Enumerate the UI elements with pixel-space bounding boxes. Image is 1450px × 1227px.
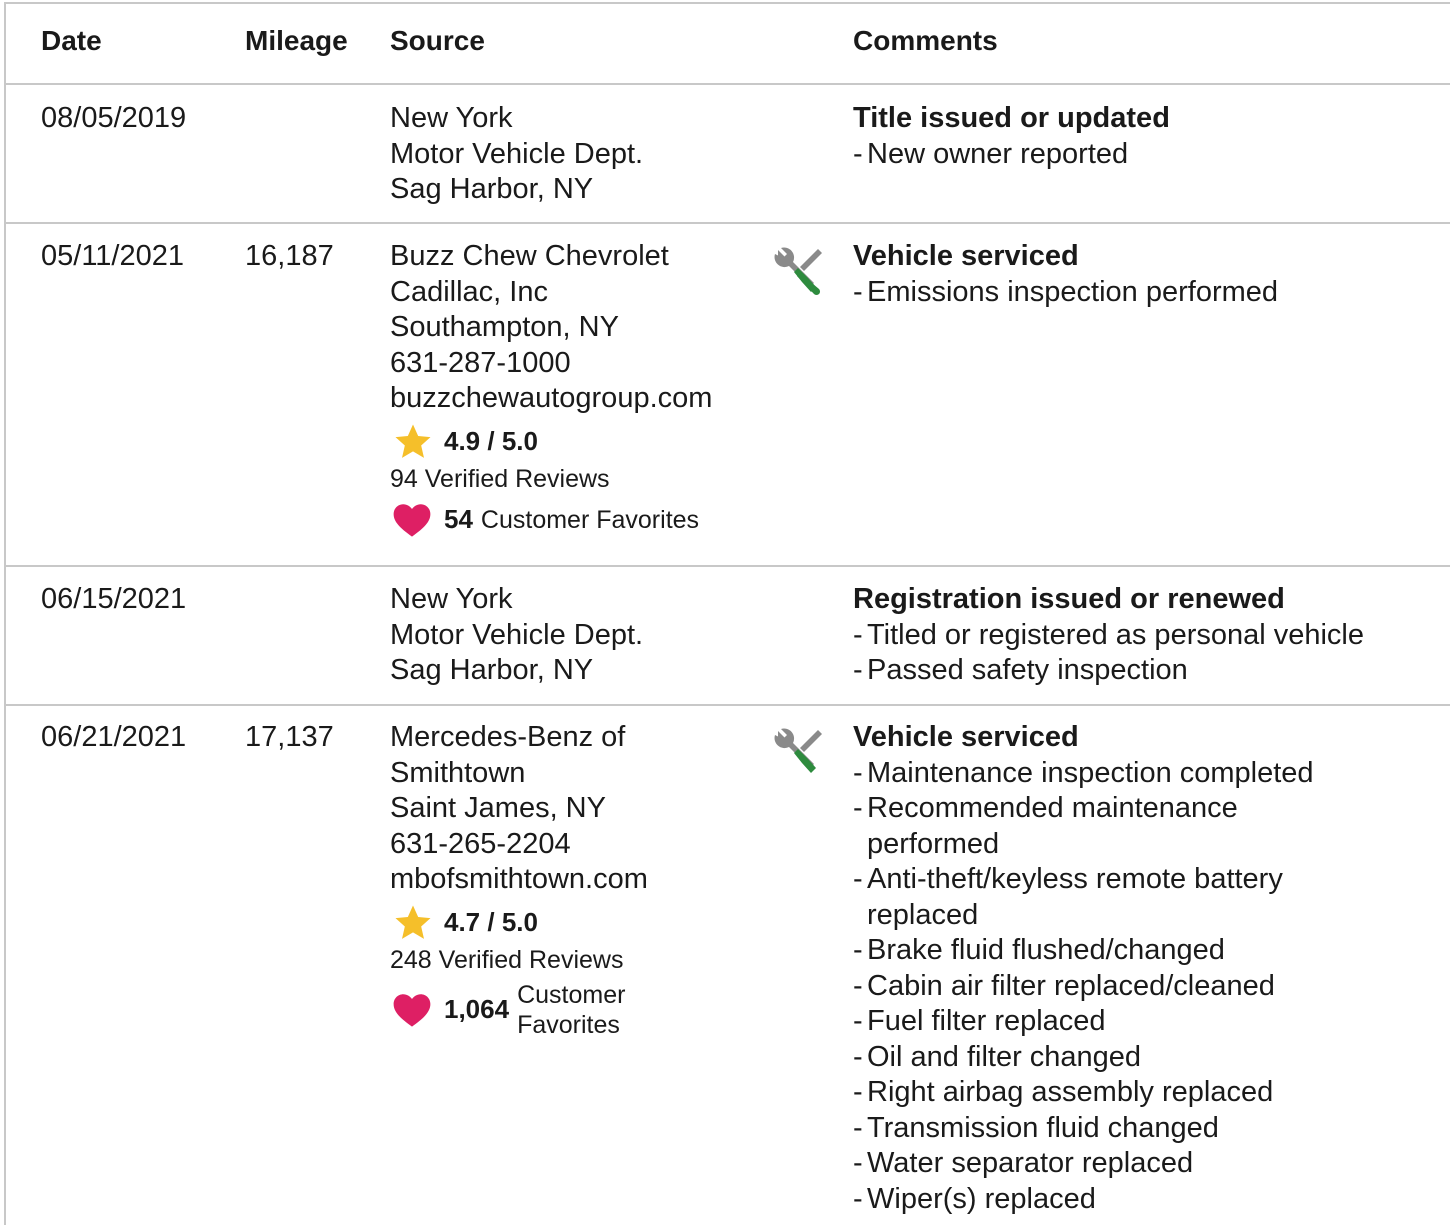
table-row: 08/05/2019 New York Motor Vehicle Dept. … bbox=[6, 83, 1450, 224]
source-line: Sag Harbor, NY bbox=[390, 173, 594, 205]
record-comments: Vehicle serviced - Maintenance inspection… bbox=[853, 720, 1413, 1217]
source-line: 631-265-2204 bbox=[390, 827, 571, 860]
comment-item: - Cabin air filter replaced/cleaned bbox=[853, 969, 1275, 1002]
comment-item: - Wiper(s) replaced bbox=[853, 1182, 1096, 1215]
comment-item: - Emissions inspection performed bbox=[853, 275, 1279, 308]
source-line: New York bbox=[390, 102, 513, 134]
customer-favorites: 1,064 Customer Favorites bbox=[390, 980, 770, 1040]
record-mileage: 16,187 bbox=[245, 240, 334, 272]
source-line: 631-287-1000 bbox=[390, 346, 571, 379]
comment-item: - Maintenance inspection completed bbox=[853, 756, 1314, 789]
star-icon bbox=[395, 905, 431, 939]
dealer-rating: 4.7 / 5.0 bbox=[390, 904, 770, 942]
comment-item: - Transmission fluid changed bbox=[853, 1111, 1219, 1144]
customer-favorites: 54 Customer Favorites bbox=[390, 499, 770, 541]
source-line: Saint James, NY bbox=[390, 792, 606, 824]
comment-item: - Right airbag assembly replaced bbox=[853, 1076, 1274, 1108]
record-comments: Title issued or updated - New owner repor… bbox=[853, 101, 1433, 172]
record-date: 06/15/2021 bbox=[41, 583, 187, 615]
comment-item: - Brake fluid flushed/changed bbox=[853, 934, 1225, 966]
source-line: Southampton, NY bbox=[390, 311, 619, 343]
comment-title: Vehicle serviced bbox=[853, 240, 1079, 272]
header-comments: Comments bbox=[853, 25, 998, 56]
source-line: Mercedes-Benz of bbox=[390, 721, 626, 753]
dealer-rating: 4.9 / 5.0 bbox=[390, 423, 770, 461]
comment-title: Title issued or updated bbox=[853, 102, 1170, 134]
comment-title: Registration issued or renewed bbox=[853, 583, 1285, 615]
record-date: 05/11/2021 bbox=[41, 240, 184, 272]
heart-icon bbox=[393, 503, 431, 537]
comment-title: Vehicle serviced bbox=[853, 721, 1079, 753]
header-source: Source bbox=[390, 25, 485, 56]
comment-item: - Fuel filter replaced bbox=[853, 1005, 1106, 1037]
record-source: New York Motor Vehicle Dept. Sag Harbor,… bbox=[390, 582, 770, 689]
table-row: 05/11/2021 16,187 Buzz Chew Chevrolet Ca… bbox=[6, 222, 1450, 567]
verified-reviews-link[interactable]: 248 Verified Reviews bbox=[390, 944, 770, 976]
record-comments: Vehicle serviced - Emissions inspection p… bbox=[853, 239, 1433, 310]
source-line: Sag Harbor, NY bbox=[390, 654, 594, 686]
dealer-website-link[interactable]: mbofsmithtown.com bbox=[390, 862, 770, 898]
comment-item: - Titled or registered as personal vehicl… bbox=[853, 618, 1365, 651]
service-tools-icon bbox=[774, 728, 822, 773]
source-line: Buzz Chew Chevrolet bbox=[390, 240, 669, 272]
service-tools-icon bbox=[774, 247, 822, 296]
table-header: Date Mileage Source Comments bbox=[6, 4, 1450, 85]
source-line: New York bbox=[390, 583, 513, 615]
source-line: Smithtown bbox=[390, 756, 526, 789]
comment-item: - Recommended maintenance performed bbox=[853, 792, 1238, 860]
comment-item: - Anti-theft/keyless remote battery repla… bbox=[853, 863, 1283, 931]
comment-item: - New owner reported bbox=[853, 137, 1129, 170]
record-comments: Registration issued or renewed - Titled o… bbox=[853, 582, 1433, 689]
heart-icon bbox=[393, 993, 431, 1027]
header-date: Date bbox=[41, 25, 102, 56]
history-table: Date Mileage Source Comments 08/05/2019 … bbox=[4, 2, 1450, 1225]
comment-item: - Passed safety inspection bbox=[853, 654, 1188, 686]
table-row: 06/21/2021 17,137 Mercedes-Benz of Smith… bbox=[6, 704, 1450, 1227]
header-mileage: Mileage bbox=[245, 25, 348, 56]
source-line: Motor Vehicle Dept. bbox=[390, 137, 644, 170]
table-row: 06/15/2021 New York Motor Vehicle Dept. … bbox=[6, 565, 1450, 706]
record-date: 06/21/2021 bbox=[41, 721, 187, 753]
comment-item: - Oil and filter changed bbox=[853, 1040, 1142, 1073]
record-mileage: 17,137 bbox=[245, 721, 334, 753]
record-date: 08/05/2019 bbox=[41, 102, 187, 134]
record-source: New York Motor Vehicle Dept. Sag Harbor,… bbox=[390, 101, 770, 208]
dealer-website-link[interactable]: buzzchewautogroup.com bbox=[390, 381, 770, 417]
comment-item: - Water separator replaced bbox=[853, 1147, 1194, 1179]
record-source: Mercedes-Benz of Smithtown Saint James, … bbox=[390, 720, 770, 1040]
verified-reviews-link[interactable]: 94 Verified Reviews bbox=[390, 463, 770, 495]
star-icon bbox=[395, 424, 431, 458]
record-source: Buzz Chew Chevrolet Cadillac, Inc Southa… bbox=[390, 239, 770, 541]
source-line: Cadillac, Inc bbox=[390, 275, 548, 308]
source-line: Motor Vehicle Dept. bbox=[390, 618, 644, 651]
